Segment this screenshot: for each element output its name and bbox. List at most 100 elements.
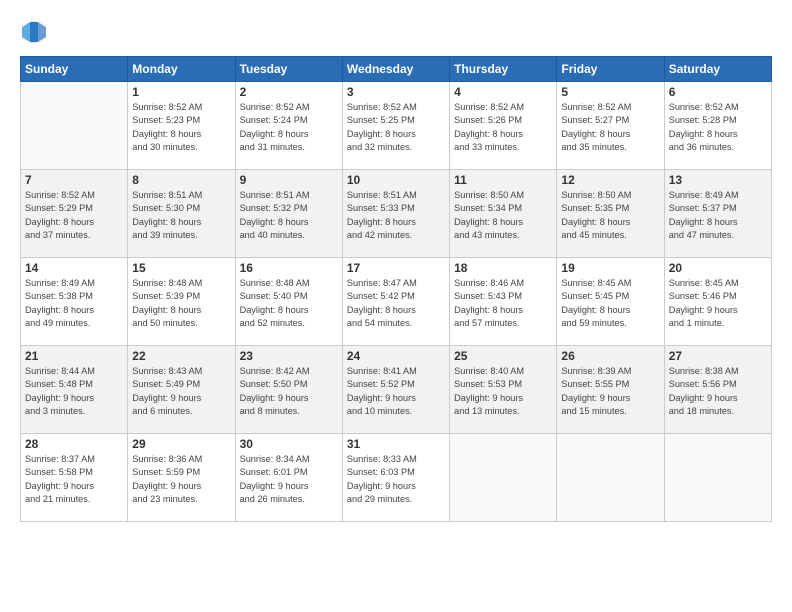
day-number: 19 [561,261,659,275]
day-info: Sunrise: 8:48 AM Sunset: 5:40 PM Dayligh… [240,277,338,330]
header [20,18,772,46]
weekday-tuesday: Tuesday [235,57,342,82]
calendar-cell: 24Sunrise: 8:41 AM Sunset: 5:52 PM Dayli… [342,346,449,434]
calendar-cell: 13Sunrise: 8:49 AM Sunset: 5:37 PM Dayli… [664,170,771,258]
calendar-cell: 1 Sunrise: 8:52 AM Sunset: 5:23 PM Daylig… [128,82,235,170]
calendar-cell [557,434,664,522]
calendar-cell: 19 Sunrise: 8:45 AM Sunset: 5:45 PM Dayli… [557,258,664,346]
calendar-cell: 12 Sunrise: 8:50 AM Sunset: 5:35 PM Dayli… [557,170,664,258]
day-info: Sunrise: 8:51 AM Sunset: 5:33 PM Dayligh… [347,189,445,242]
calendar-cell: 16Sunrise: 8:48 AM Sunset: 5:40 PM Dayli… [235,258,342,346]
day-info: Sunrise: 8:51 AM Sunset: 5:32 PM Dayligh… [240,189,338,242]
logo-icon [20,18,48,46]
week-row-5: 28Sunrise: 8:37 AM Sunset: 5:58 PM Dayli… [21,434,772,522]
weekday-sunday: Sunday [21,57,128,82]
day-info: Sunrise: 8:52 AM Sunset: 5:29 PM Dayligh… [25,189,123,242]
page: SundayMondayTuesdayWednesdayThursdayFrid… [0,0,792,612]
day-info: Sunrise: 8:43 AM Sunset: 5:49 PM Dayligh… [132,365,230,418]
week-row-1: 1 Sunrise: 8:52 AM Sunset: 5:23 PM Daylig… [21,82,772,170]
day-info: Sunrise: 8:52 AM Sunset: 5:27 PM Dayligh… [561,101,659,154]
day-info: Sunrise: 8:33 AM Sunset: 6:03 PM Dayligh… [347,453,445,506]
day-info: Sunrise: 8:40 AM Sunset: 5:53 PM Dayligh… [454,365,552,418]
day-number: 26 [561,349,659,363]
calendar-cell: 26 Sunrise: 8:39 AM Sunset: 5:55 PM Dayli… [557,346,664,434]
calendar-cell: 23 Sunrise: 8:42 AM Sunset: 5:50 PM Dayli… [235,346,342,434]
day-info: Sunrise: 8:49 AM Sunset: 5:37 PM Dayligh… [669,189,767,242]
calendar-cell: 9 Sunrise: 8:51 AM Sunset: 5:32 PM Daylig… [235,170,342,258]
day-info: Sunrise: 8:48 AM Sunset: 5:39 PM Dayligh… [132,277,230,330]
calendar-cell: 2Sunrise: 8:52 AM Sunset: 5:24 PM Daylig… [235,82,342,170]
calendar-cell: 10Sunrise: 8:51 AM Sunset: 5:33 PM Dayli… [342,170,449,258]
day-number: 3 [347,85,445,99]
calendar-table: SundayMondayTuesdayWednesdayThursdayFrid… [20,56,772,522]
calendar-cell: 20Sunrise: 8:45 AM Sunset: 5:46 PM Dayli… [664,258,771,346]
calendar-cell: 14 Sunrise: 8:49 AM Sunset: 5:38 PM Dayli… [21,258,128,346]
weekday-monday: Monday [128,57,235,82]
day-number: 9 [240,173,338,187]
day-number: 25 [454,349,552,363]
day-info: Sunrise: 8:50 AM Sunset: 5:35 PM Dayligh… [561,189,659,242]
calendar-cell: 22 Sunrise: 8:43 AM Sunset: 5:49 PM Dayli… [128,346,235,434]
day-info: Sunrise: 8:45 AM Sunset: 5:45 PM Dayligh… [561,277,659,330]
calendar-cell: 15 Sunrise: 8:48 AM Sunset: 5:39 PM Dayli… [128,258,235,346]
day-info: Sunrise: 8:34 AM Sunset: 6:01 PM Dayligh… [240,453,338,506]
day-number: 4 [454,85,552,99]
day-info: Sunrise: 8:49 AM Sunset: 5:38 PM Dayligh… [25,277,123,330]
day-number: 14 [25,261,123,275]
day-number: 6 [669,85,767,99]
calendar-cell: 5 Sunrise: 8:52 AM Sunset: 5:27 PM Daylig… [557,82,664,170]
calendar-cell: 8Sunrise: 8:51 AM Sunset: 5:30 PM Daylig… [128,170,235,258]
day-info: Sunrise: 8:52 AM Sunset: 5:25 PM Dayligh… [347,101,445,154]
day-info: Sunrise: 8:41 AM Sunset: 5:52 PM Dayligh… [347,365,445,418]
weekday-friday: Friday [557,57,664,82]
calendar-cell: 18 Sunrise: 8:46 AM Sunset: 5:43 PM Dayli… [450,258,557,346]
calendar-cell: 28Sunrise: 8:37 AM Sunset: 5:58 PM Dayli… [21,434,128,522]
calendar-cell: 17 Sunrise: 8:47 AM Sunset: 5:42 PM Dayli… [342,258,449,346]
day-number: 21 [25,349,123,363]
day-info: Sunrise: 8:39 AM Sunset: 5:55 PM Dayligh… [561,365,659,418]
day-number: 2 [240,85,338,99]
day-number: 29 [132,437,230,451]
calendar-cell [450,434,557,522]
day-info: Sunrise: 8:47 AM Sunset: 5:42 PM Dayligh… [347,277,445,330]
calendar-cell: 25 Sunrise: 8:40 AM Sunset: 5:53 PM Dayli… [450,346,557,434]
day-number: 1 [132,85,230,99]
calendar-cell: 21 Sunrise: 8:44 AM Sunset: 5:48 PM Dayli… [21,346,128,434]
calendar-cell [21,82,128,170]
day-number: 22 [132,349,230,363]
calendar-cell: 30 Sunrise: 8:34 AM Sunset: 6:01 PM Dayli… [235,434,342,522]
day-info: Sunrise: 8:46 AM Sunset: 5:43 PM Dayligh… [454,277,552,330]
weekday-wednesday: Wednesday [342,57,449,82]
day-info: Sunrise: 8:52 AM Sunset: 5:23 PM Dayligh… [132,101,230,154]
calendar-cell: 27 Sunrise: 8:38 AM Sunset: 5:56 PM Dayli… [664,346,771,434]
calendar-cell: 7 Sunrise: 8:52 AM Sunset: 5:29 PM Daylig… [21,170,128,258]
day-number: 23 [240,349,338,363]
weekday-header-row: SundayMondayTuesdayWednesdayThursdayFrid… [21,57,772,82]
day-number: 20 [669,261,767,275]
weekday-saturday: Saturday [664,57,771,82]
day-info: Sunrise: 8:42 AM Sunset: 5:50 PM Dayligh… [240,365,338,418]
day-number: 15 [132,261,230,275]
day-number: 7 [25,173,123,187]
week-row-3: 14 Sunrise: 8:49 AM Sunset: 5:38 PM Dayli… [21,258,772,346]
calendar-cell: 29 Sunrise: 8:36 AM Sunset: 5:59 PM Dayli… [128,434,235,522]
day-info: Sunrise: 8:44 AM Sunset: 5:48 PM Dayligh… [25,365,123,418]
day-info: Sunrise: 8:38 AM Sunset: 5:56 PM Dayligh… [669,365,767,418]
calendar-cell [664,434,771,522]
day-info: Sunrise: 8:52 AM Sunset: 5:28 PM Dayligh… [669,101,767,154]
calendar-cell: 6 Sunrise: 8:52 AM Sunset: 5:28 PM Daylig… [664,82,771,170]
week-row-4: 21 Sunrise: 8:44 AM Sunset: 5:48 PM Dayli… [21,346,772,434]
day-number: 30 [240,437,338,451]
day-number: 17 [347,261,445,275]
day-number: 12 [561,173,659,187]
logo [20,18,52,46]
calendar-cell: 4Sunrise: 8:52 AM Sunset: 5:26 PM Daylig… [450,82,557,170]
week-row-2: 7 Sunrise: 8:52 AM Sunset: 5:29 PM Daylig… [21,170,772,258]
day-number: 5 [561,85,659,99]
day-number: 27 [669,349,767,363]
day-info: Sunrise: 8:37 AM Sunset: 5:58 PM Dayligh… [25,453,123,506]
day-number: 31 [347,437,445,451]
day-number: 18 [454,261,552,275]
calendar-cell: 31 Sunrise: 8:33 AM Sunset: 6:03 PM Dayli… [342,434,449,522]
day-info: Sunrise: 8:36 AM Sunset: 5:59 PM Dayligh… [132,453,230,506]
